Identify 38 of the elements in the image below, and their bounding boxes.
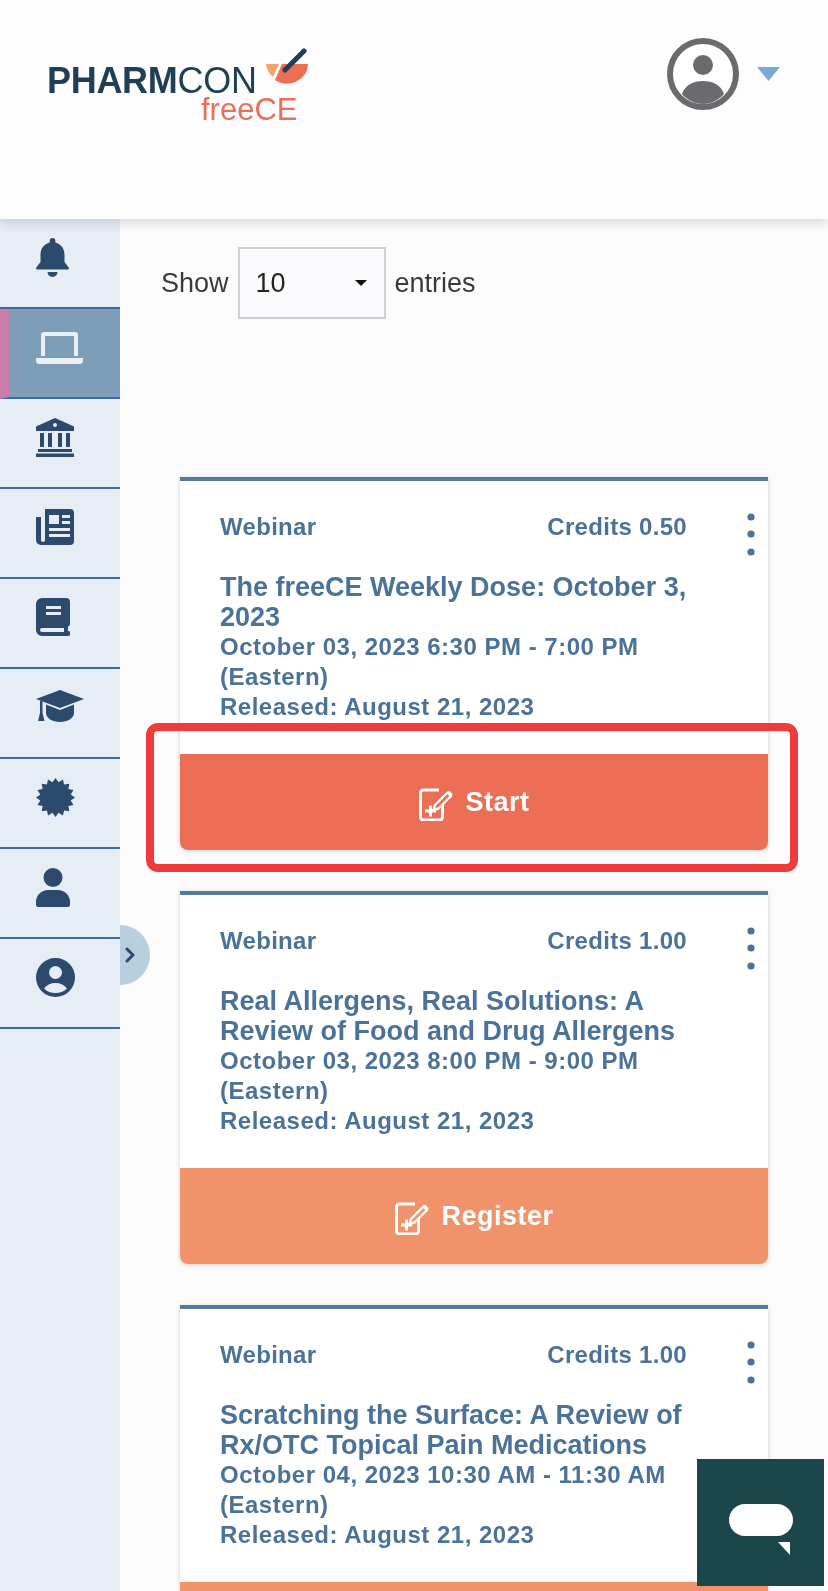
- bell-icon: [36, 237, 69, 277]
- badge-icon: [36, 777, 75, 817]
- more-options-icon[interactable]: [747, 1340, 755, 1384]
- action-button[interactable]: Start: [180, 754, 768, 850]
- book-icon: [36, 598, 70, 636]
- course-type: Webinar: [220, 512, 318, 542]
- course-title[interactable]: The freeCE Weekly Dose: October 3, 2023: [220, 572, 725, 632]
- mortar-pestle-icon: [264, 48, 309, 84]
- chevron-right-icon: [125, 947, 135, 963]
- more-options-icon[interactable]: [747, 512, 755, 556]
- course-schedule: October 03, 2023 8:00 PM - 9:00 PM (Eastern): [220, 1046, 640, 1106]
- more-options-icon[interactable]: [747, 926, 755, 970]
- course-schedule: October 03, 2023 6:30 PM - 7:00 PM (Eastern): [220, 632, 640, 692]
- release-date: Released: August 21, 2023: [220, 692, 536, 722]
- entries-select[interactable]: 10: [237, 247, 386, 319]
- newspaper-icon: [36, 509, 74, 545]
- course-type: Webinar: [220, 1340, 318, 1370]
- course-credits: Credits 1.00: [547, 1340, 687, 1370]
- graduation-cap-icon: [36, 690, 84, 724]
- bank-icon: [36, 417, 74, 457]
- release-date: Released: August 21, 2023: [220, 1106, 536, 1136]
- caret-down-icon: [354, 280, 367, 286]
- release-date: Released: August 21, 2023: [220, 1520, 536, 1550]
- sidebar-item[interactable]: [0, 309, 120, 399]
- course-schedule: October 04, 2023 10:30 AM - 11:30 AM (Eastern): [220, 1460, 667, 1520]
- entries-label: entries: [394, 267, 476, 299]
- avatar-icon[interactable]: [667, 38, 739, 110]
- show-label: Show: [161, 267, 229, 299]
- course-type: Webinar: [220, 926, 318, 956]
- laptop-icon: [36, 330, 83, 364]
- course-credits: Credits 0.50: [547, 512, 687, 542]
- chat-button[interactable]: [697, 1459, 824, 1586]
- logo-tagline: freeCE: [201, 95, 298, 125]
- course-credits: Credits 1.00: [547, 926, 687, 956]
- course-title[interactable]: Real Allergens, Real Solutions: A Review of Food and Drug Allergens: [220, 986, 725, 1046]
- speech-bubble-icon: [728, 1504, 793, 1555]
- course-title[interactable]: Scratching the Surface: A Review of Rx/OTC Topical Pain Medications: [220, 1400, 725, 1460]
- user-icon: [36, 867, 70, 907]
